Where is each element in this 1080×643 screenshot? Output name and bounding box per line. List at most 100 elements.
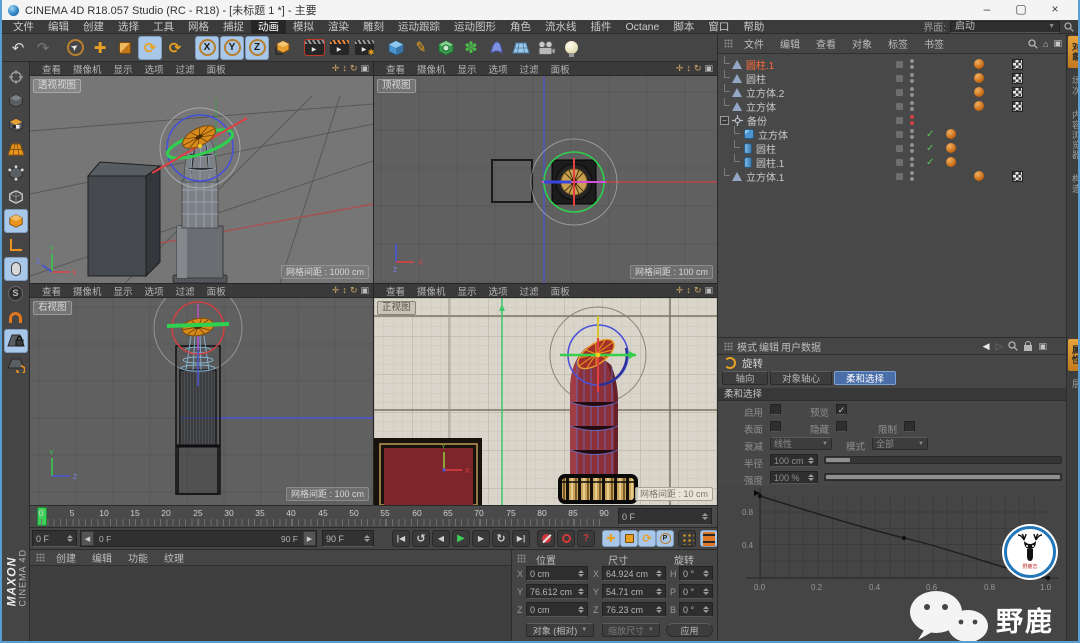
- rotate-view-icon[interactable]: ↻: [350, 63, 358, 74]
- rotate-view-icon[interactable]: ↻: [694, 63, 702, 74]
- panel-grip-icon[interactable]: [724, 39, 733, 48]
- vp-menu-view[interactable]: 查看: [36, 62, 67, 76]
- object-row-child[interactable]: 圆柱.1 ✓: [718, 154, 1067, 170]
- rotate-view-icon[interactable]: ↻: [350, 285, 358, 296]
- om-menu-objects[interactable]: 对象: [845, 36, 879, 51]
- subdivision-surface-button[interactable]: [434, 36, 458, 60]
- object-row[interactable]: 立方体.1: [718, 168, 1067, 184]
- position-y-field[interactable]: 76.612 cm: [526, 584, 588, 599]
- size-z-field[interactable]: 76.23 cm: [602, 602, 666, 617]
- material-tag-icon[interactable]: [974, 171, 984, 181]
- play-button[interactable]: ▶: [452, 530, 470, 547]
- vp-menu-camera[interactable]: 摄像机: [67, 62, 108, 76]
- om-menu-tags[interactable]: 标签: [881, 36, 915, 51]
- menu-mesh[interactable]: 网格: [181, 20, 216, 34]
- right-scene[interactable]: Y Z: [30, 298, 373, 505]
- workplane-mode-button[interactable]: [4, 137, 28, 161]
- am-pin-icon[interactable]: ▣: [1038, 341, 1047, 352]
- environment-floor-button[interactable]: [509, 36, 533, 60]
- falloff-curve-graph[interactable]: 0.8 0.4 0.0 0.2 0.4 0.6 0.8 1.0: [718, 486, 1067, 641]
- model-mode-button[interactable]: [4, 89, 28, 113]
- redo-button[interactable]: ↷: [31, 36, 55, 60]
- visibility-dots-icon[interactable]: [910, 129, 914, 139]
- material-tag-icon[interactable]: [974, 101, 984, 111]
- enable-check-icon[interactable]: ✓: [926, 129, 934, 140]
- menu-select[interactable]: 选择: [111, 20, 146, 34]
- object-row-child[interactable]: 圆柱 ✓: [718, 140, 1067, 156]
- enable-check-icon[interactable]: ✓: [926, 143, 934, 154]
- viewport-solo-button[interactable]: [3, 257, 28, 281]
- material-tag-icon[interactable]: [946, 129, 956, 139]
- size-mode-dropdown[interactable]: 缩放尺寸 ▼: [602, 623, 660, 637]
- lock-z-axis-button[interactable]: Z: [245, 35, 269, 60]
- menu-script[interactable]: 脚本: [666, 20, 701, 34]
- om-menu-file[interactable]: 文件: [737, 36, 771, 51]
- menu-edit[interactable]: 编辑: [41, 20, 76, 34]
- object-row-child[interactable]: 立方体 ✓: [718, 126, 1067, 142]
- tab-axis[interactable]: 轴向: [722, 371, 768, 385]
- texture-tag-icon[interactable]: [1012, 100, 1023, 112]
- preview-checkbox[interactable]: ✓: [836, 404, 847, 415]
- visibility-dots-icon[interactable]: [910, 171, 914, 181]
- object-row[interactable]: 立方体.2: [718, 84, 1067, 100]
- next-frame-button[interactable]: ▶: [472, 530, 490, 547]
- current-frame-field[interactable]: 0 F: [618, 508, 712, 525]
- vp-menu-options[interactable]: 选项: [139, 284, 170, 298]
- vp-menu-panel[interactable]: 面板: [201, 284, 232, 298]
- layer-toggle-icon[interactable]: [896, 88, 903, 96]
- menu-tools[interactable]: 工具: [146, 20, 181, 34]
- menu-mograph[interactable]: 运动图形: [447, 20, 503, 34]
- material-tag-icon[interactable]: [974, 87, 984, 97]
- tab-content-browser[interactable]: 内容浏览器: [1068, 104, 1078, 166]
- key-position-toggle[interactable]: ✚: [602, 530, 620, 547]
- radius-field[interactable]: 100 cm: [770, 454, 818, 467]
- vp-menu-display[interactable]: 显示: [108, 284, 139, 298]
- dolly-view-icon[interactable]: ↕: [342, 63, 347, 74]
- material-list-empty[interactable]: [30, 566, 511, 641]
- vp-menu-filter[interactable]: 过滤: [170, 284, 201, 298]
- position-x-field[interactable]: 0 cm: [526, 566, 588, 581]
- surface-checkbox[interactable]: [770, 421, 781, 432]
- pan-view-icon[interactable]: ✛: [332, 285, 340, 296]
- visibility-dots-icon[interactable]: [910, 87, 914, 97]
- om-menu-view[interactable]: 查看: [809, 36, 843, 51]
- object-row[interactable]: 圆柱.1: [718, 56, 1067, 72]
- menu-window[interactable]: 窗口: [701, 20, 736, 34]
- maximize-view-icon[interactable]: ▣: [704, 63, 713, 74]
- vp-menu-options[interactable]: 选项: [483, 284, 514, 298]
- visibility-dots-icon[interactable]: [910, 115, 914, 125]
- vp-menu-display[interactable]: 显示: [452, 62, 483, 76]
- previous-frame-button[interactable]: ◀: [432, 530, 450, 547]
- rotate-tool-button[interactable]: ⟳: [138, 35, 162, 60]
- panel-grip-icon[interactable]: [36, 553, 45, 562]
- vp-menu-view[interactable]: 查看: [380, 284, 411, 298]
- texture-mode-button[interactable]: [4, 113, 28, 137]
- maximize-view-icon[interactable]: ▣: [704, 285, 713, 296]
- live-selection-button[interactable]: ➤: [63, 36, 87, 60]
- make-editable-button[interactable]: [4, 65, 28, 89]
- am-menu-edit[interactable]: 编辑: [759, 339, 779, 354]
- size-y-field[interactable]: 54.71 cm: [602, 584, 666, 599]
- texture-tag-icon[interactable]: [1012, 170, 1023, 182]
- lock-x-axis-button[interactable]: X: [195, 35, 219, 60]
- tab-takes[interactable]: 场次: [1068, 70, 1078, 102]
- last-tool-button[interactable]: ⟳: [163, 36, 187, 60]
- layer-toggle-icon[interactable]: [896, 60, 903, 68]
- texture-tag-icon[interactable]: [1012, 86, 1023, 98]
- polygons-mode-button[interactable]: [3, 209, 28, 233]
- layer-toggle-icon[interactable]: [896, 130, 903, 138]
- layer-toggle-icon[interactable]: [896, 172, 903, 180]
- material-tag-icon[interactable]: [974, 73, 984, 83]
- restrict-checkbox[interactable]: [904, 421, 915, 432]
- visibility-dots-icon[interactable]: [910, 59, 914, 69]
- vp-menu-view[interactable]: 查看: [36, 284, 67, 298]
- move-tool-button[interactable]: ✚: [88, 36, 112, 60]
- collapse-icon[interactable]: −: [720, 115, 729, 125]
- enable-checkbox[interactable]: [770, 404, 781, 415]
- menu-character[interactable]: 角色: [503, 20, 538, 34]
- close-button[interactable]: ×: [1038, 0, 1072, 20]
- primitive-cube-button[interactable]: [384, 36, 408, 60]
- vp-menu-filter[interactable]: 过滤: [514, 284, 545, 298]
- object-row[interactable]: 圆柱: [718, 70, 1067, 86]
- vp-menu-camera[interactable]: 摄像机: [67, 284, 108, 298]
